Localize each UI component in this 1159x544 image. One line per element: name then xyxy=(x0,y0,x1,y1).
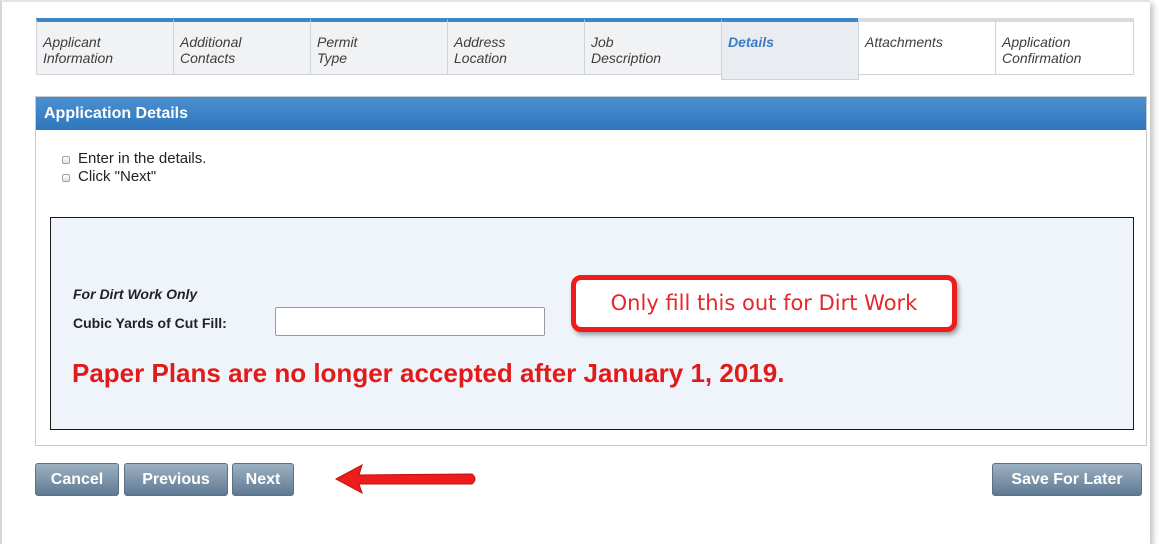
tab-attachments[interactable]: Attachments xyxy=(858,18,996,75)
tab-application-confirmation[interactable]: Application Confirmation xyxy=(995,18,1134,75)
list-item: Click "Next" xyxy=(58,168,206,186)
cubic-yards-input[interactable] xyxy=(275,307,545,336)
application-window: Applicant Information Additional Contact… xyxy=(0,0,1150,544)
next-button[interactable]: Next xyxy=(232,463,294,496)
arrow-annotation-icon xyxy=(334,463,476,495)
tab-address-location[interactable]: Address Location xyxy=(447,18,585,75)
list-item: Enter in the details. xyxy=(58,150,206,168)
panel-title: Application Details xyxy=(36,97,1146,130)
bullet-icon xyxy=(62,156,70,164)
instruction-list: Enter in the details. Click "Next" xyxy=(58,150,206,186)
cubic-yards-label: Cubic Yards of Cut Fill: xyxy=(73,315,227,331)
wizard-steps: Applicant Information Additional Contact… xyxy=(36,18,1134,80)
save-for-later-button[interactable]: Save For Later xyxy=(992,463,1142,496)
details-form-box: For Dirt Work Only Cubic Yards of Cut Fi… xyxy=(50,217,1134,430)
tab-permit-type[interactable]: Permit Type xyxy=(310,18,448,75)
bullet-icon xyxy=(62,174,70,182)
previous-button[interactable]: Previous xyxy=(124,463,228,496)
arrow-shape xyxy=(334,463,476,495)
tab-job-description[interactable]: Job Description xyxy=(584,18,722,75)
dirt-work-callout: Only fill this out for Dirt Work xyxy=(571,275,957,332)
paper-plans-notice: Paper Plans are no longer accepted after… xyxy=(72,358,785,388)
tab-additional-contacts[interactable]: Additional Contacts xyxy=(173,18,311,75)
application-details-panel: Application Details Enter in the details… xyxy=(35,96,1147,446)
cancel-button[interactable]: Cancel xyxy=(35,463,119,496)
tab-details[interactable]: Details xyxy=(721,18,859,80)
dirt-work-section-label: For Dirt Work Only xyxy=(73,286,198,302)
tab-applicant-information[interactable]: Applicant Information xyxy=(36,18,174,75)
